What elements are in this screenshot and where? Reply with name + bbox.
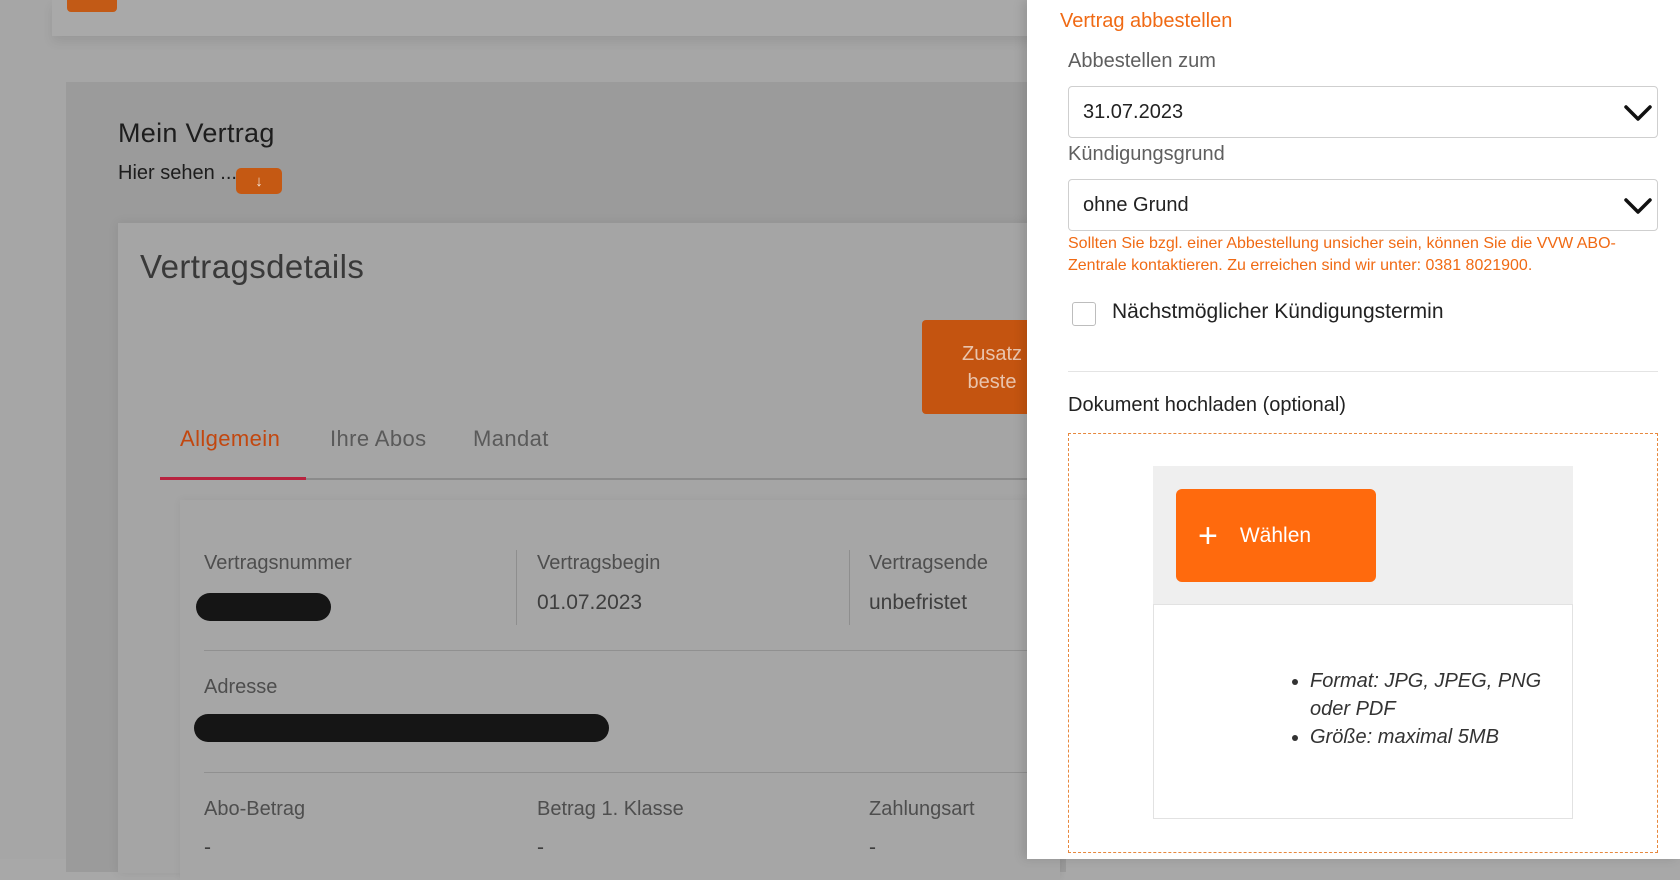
contract-number-redacted — [196, 593, 331, 621]
cancel-date-value: 31.07.2023 — [1083, 100, 1184, 123]
abo-amount-value: - — [204, 836, 211, 859]
upload-requirements: Format: JPG, JPEG, PNG oder PDF Größe: m… — [1153, 604, 1573, 819]
page-title: Mein Vertrag — [118, 118, 275, 148]
contract-number-label: Vertragsnummer — [204, 552, 352, 574]
next-possible-date-checkbox[interactable] — [1072, 302, 1096, 326]
extra-order-label-1: Zusatz — [961, 343, 1023, 365]
extra-order-label-2: beste — [967, 371, 1017, 393]
requirement-size: Größe: maximal 5MB — [1310, 723, 1580, 751]
payment-method-label: Zahlungsart — [869, 798, 975, 820]
chevron-down-icon — [1624, 198, 1652, 214]
first-class-amount-value: - — [537, 836, 544, 859]
panel-title: Vertrag abbestellen — [1060, 10, 1233, 32]
contract-start-value: 01.07.2023 — [537, 591, 643, 614]
panel-divider — [1068, 371, 1658, 372]
address-label: Adresse — [204, 676, 278, 698]
row-divider — [204, 650, 1060, 651]
reason-label: Kündigungsgrund — [1068, 143, 1225, 165]
first-class-amount-label: Betrag 1. Klasse — [537, 798, 684, 820]
chevron-down-icon — [1624, 105, 1652, 121]
choose-file-button[interactable]: + Wählen — [1176, 489, 1376, 582]
requirement-format: Format: JPG, JPEG, PNG oder PDF — [1310, 667, 1580, 723]
address-redacted — [194, 714, 609, 742]
reason-select[interactable]: ohne Grund — [1068, 179, 1658, 231]
next-possible-date-label[interactable]: Nächstmöglicher Kündigungstermin — [1112, 300, 1444, 324]
contract-start-label: Vertragsbegin — [537, 552, 661, 574]
cancel-hint-text: Sollten Sie bzgl. einer Abbestellung uns… — [1068, 235, 1616, 274]
tab-ihre-abos[interactable]: Ihre Abos — [330, 426, 427, 452]
abo-amount-label: Abo-Betrag — [204, 798, 306, 820]
column-divider — [849, 550, 850, 625]
expand-arrow-button[interactable]: ↓ — [236, 168, 282, 194]
page-subtitle: Hier sehen ... — [118, 162, 237, 184]
tab-bar: Allgemein Ihre Abos Mandat — [160, 426, 1060, 482]
contract-details-title: Vertragsdetails — [140, 248, 365, 285]
tab-allgemein[interactable]: Allgemein — [180, 426, 280, 452]
cancel-date-label: Abbestellen zum — [1068, 50, 1216, 72]
top-menu-button[interactable] — [67, 0, 117, 12]
requirements-list: Format: JPG, JPEG, PNG oder PDF Größe: m… — [1284, 667, 1580, 751]
tab-mandat[interactable]: Mandat — [473, 426, 549, 452]
plus-icon: + — [1198, 516, 1218, 555]
top-bar — [52, 0, 1052, 36]
cancel-date-select[interactable]: 31.07.2023 — [1068, 86, 1658, 138]
contract-end-value: unbefristet — [869, 591, 968, 614]
payment-method-value: - — [869, 836, 876, 859]
reason-value: ohne Grund — [1083, 193, 1189, 216]
contract-end-label: Vertragsende — [869, 552, 988, 574]
choose-file-label: Wählen — [1239, 523, 1312, 547]
upload-label: Dokument hochladen (optional) — [1068, 394, 1346, 416]
column-divider — [516, 550, 517, 625]
row-divider — [204, 772, 1060, 773]
